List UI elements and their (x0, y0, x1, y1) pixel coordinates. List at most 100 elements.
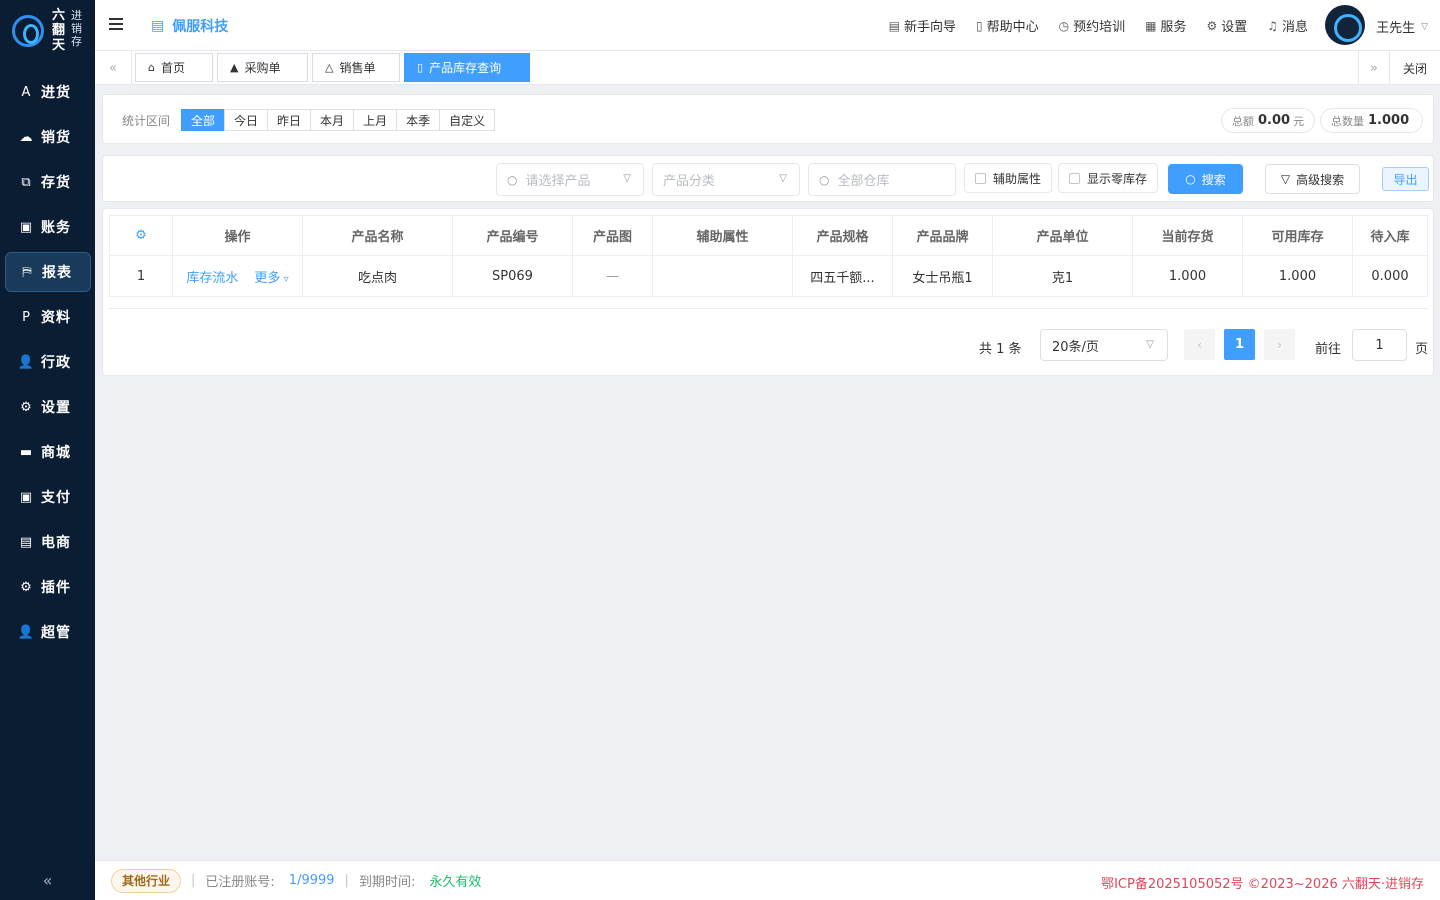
tabs-bar: « ⌂ 首页 ▲ 采购单 △ 销售单 ▯ 产品库存查询 » 关闭 (95, 51, 1440, 85)
user-menu[interactable]: 王先生 ▽ (1376, 17, 1428, 36)
export-button[interactable]: 导出 (1382, 167, 1429, 191)
tab-3[interactable]: ▯ 产品库存查询 (404, 53, 530, 82)
more-actions-label: 更多 (254, 270, 281, 286)
sidebar-item-label: 销货 (41, 130, 71, 146)
aux-attr-checkbox[interactable]: 辅助属性 (964, 163, 1053, 193)
divider: | (344, 873, 349, 888)
column-header: 产品名称 (303, 216, 453, 256)
sidebar-item-label: 账务 (41, 220, 71, 236)
sidebar-item-1[interactable]: ☁ 销货 (5, 117, 91, 157)
header-link-icon: ◷ (1058, 18, 1070, 33)
sidebar-item-icon: A (21, 84, 31, 100)
sidebar-item-10[interactable]: ▤ 电商 (5, 522, 91, 562)
goto-page-input[interactable]: 1 (1352, 329, 1407, 361)
tab-label: 产品库存查询 (429, 61, 502, 75)
total-amount-badge: 总额 0.00 元 (1221, 108, 1316, 133)
sidebar-item-icon: ⚙ (20, 399, 32, 415)
header-link-2[interactable]: ◷ 预约培训 (1058, 16, 1126, 36)
total-qty-label: 总数量 (1331, 114, 1364, 128)
cell-pending: 0.000 (1353, 256, 1428, 297)
header-link-label: 预约培训 (1073, 20, 1126, 35)
search-icon: ○ (1185, 172, 1196, 186)
menu-toggle-icon[interactable] (109, 18, 123, 32)
cell-current: 1.000 (1133, 256, 1243, 297)
brand-subtitle: 进销存 (71, 9, 82, 48)
sidebar-item-11[interactable]: ⚙ 插件 (5, 567, 91, 607)
sidebar-item-0[interactable]: A 进货 (5, 72, 91, 112)
sidebar-item-12[interactable]: 👤 超管 (5, 612, 91, 652)
sidebar-item-2[interactable]: ⧉ 存货 (5, 162, 91, 202)
company-name: 佩服科技 (172, 19, 229, 35)
header-link-label: 消息 (1281, 20, 1308, 35)
sidebar-item-label: 超管 (41, 625, 71, 641)
header-link-0[interactable]: ▤ 新手向导 (889, 16, 956, 36)
horizontal-scrollbar[interactable] (109, 304, 1429, 309)
column-header: 产品品牌 (893, 216, 993, 256)
cell-aux (653, 256, 793, 297)
header-link-3[interactable]: ▦ 服务 (1145, 16, 1186, 36)
period-option-2[interactable]: 昨日 (267, 109, 312, 131)
period-option-6[interactable]: 自定义 (439, 109, 496, 131)
cell-image: — (573, 256, 653, 297)
sidebar-item-icon: ▤ (19, 534, 33, 550)
icp-link[interactable]: 鄂ICP备2025105052号 ©2023~2026 六翻天·进销存 (1101, 873, 1424, 892)
chevron-right-icon: › (1277, 337, 1282, 352)
tabs-scroll-right-button[interactable]: » (1358, 51, 1389, 85)
header-link-5[interactable]: ♫ 消息 (1267, 16, 1308, 36)
period-option-3[interactable]: 本月 (310, 109, 355, 131)
product-select[interactable]: ○ 请选择产品 ▽ (496, 163, 644, 196)
tab-1[interactable]: ▲ 采购单 (217, 53, 308, 82)
aux-attr-label: 辅助属性 (993, 171, 1042, 186)
category-select[interactable]: 产品分类 ▽ (652, 163, 800, 196)
industry-badge: 其他行业 (111, 868, 182, 893)
sidebar-item-icon: 👤 (17, 354, 35, 370)
tab-list: ⌂ 首页 ▲ 采购单 △ 销售单 ▯ 产品库存查询 (135, 53, 534, 82)
period-selector: 全部 今日 昨日 本月 上月 本季 自定义 (181, 109, 496, 131)
sidebar-item-3[interactable]: ▣ 账务 (5, 207, 91, 247)
period-option-0[interactable]: 全部 (181, 109, 226, 131)
page-size-select[interactable]: 20条/页 ▽ (1040, 329, 1168, 361)
tab-2[interactable]: △ 销售单 (312, 53, 400, 82)
sidebar-item-4[interactable]: ⛿ 报表 (5, 252, 91, 292)
prev-page-button[interactable]: ‹ (1184, 329, 1215, 360)
more-actions-dropdown[interactable]: 更多 ▿ (254, 267, 288, 286)
tab-icon: ▲ (230, 61, 239, 74)
period-option-1[interactable]: 今日 (224, 109, 269, 131)
search-button[interactable]: ○ 搜索 (1168, 164, 1243, 194)
company-switcher[interactable]: ▤ 佩服科技 (151, 16, 228, 36)
total-amount-unit: 元 (1293, 114, 1305, 128)
column-header: 操作 (173, 216, 303, 256)
double-chevron-left-icon: « (42, 870, 53, 890)
sidebar-item-7[interactable]: ⚙ 设置 (5, 387, 91, 427)
sidebar-collapse-button[interactable]: « (0, 860, 95, 900)
cell-unit: 克1 (993, 256, 1133, 297)
chevron-down-icon: ▽ (1146, 339, 1154, 350)
page-number-current[interactable]: 1 (1224, 329, 1255, 360)
app-logo[interactable]: 六翻天 进销存 (0, 0, 95, 62)
header-link-icon: ▯ (975, 18, 983, 33)
column-settings-button[interactable]: ⚙ (110, 216, 173, 256)
warehouse-input-placeholder: 全部仓库 (837, 174, 890, 189)
close-tabs-button[interactable]: 关闭 (1389, 51, 1440, 85)
user-avatar[interactable] (1325, 5, 1365, 45)
advanced-search-button[interactable]: ▽ 高级搜索 (1265, 164, 1360, 194)
next-page-button[interactable]: › (1264, 329, 1295, 360)
page-size-value: 20条/页 (1052, 339, 1099, 355)
tab-0[interactable]: ⌂ 首页 (135, 53, 213, 82)
stock-flow-link[interactable]: 库存流水 (186, 267, 238, 286)
tabs-scroll-left-button[interactable]: « (95, 51, 132, 85)
sidebar-item-icon: ⚙ (20, 579, 32, 595)
header-link-1[interactable]: ▯ 帮助中心 (975, 16, 1039, 36)
sidebar-item-5[interactable]: P 资料 (5, 297, 91, 337)
warehouse-input[interactable]: ○ 全部仓库 (808, 163, 956, 196)
header-link-icon: ⚙ (1206, 18, 1218, 33)
header-link-4[interactable]: ⚙ 设置 (1206, 16, 1247, 36)
checkbox-box (1069, 172, 1080, 184)
period-option-4[interactable]: 上月 (353, 109, 398, 131)
sidebar-item-8[interactable]: ▬ 商城 (5, 432, 91, 472)
sidebar-item-9[interactable]: ▣ 支付 (5, 477, 91, 517)
sidebar-item-6[interactable]: 👤 行政 (5, 342, 91, 382)
registered-label: 已注册账号: (205, 875, 275, 890)
period-option-5[interactable]: 本季 (396, 109, 441, 131)
zero-stock-checkbox[interactable]: 显示零库存 (1058, 163, 1159, 193)
